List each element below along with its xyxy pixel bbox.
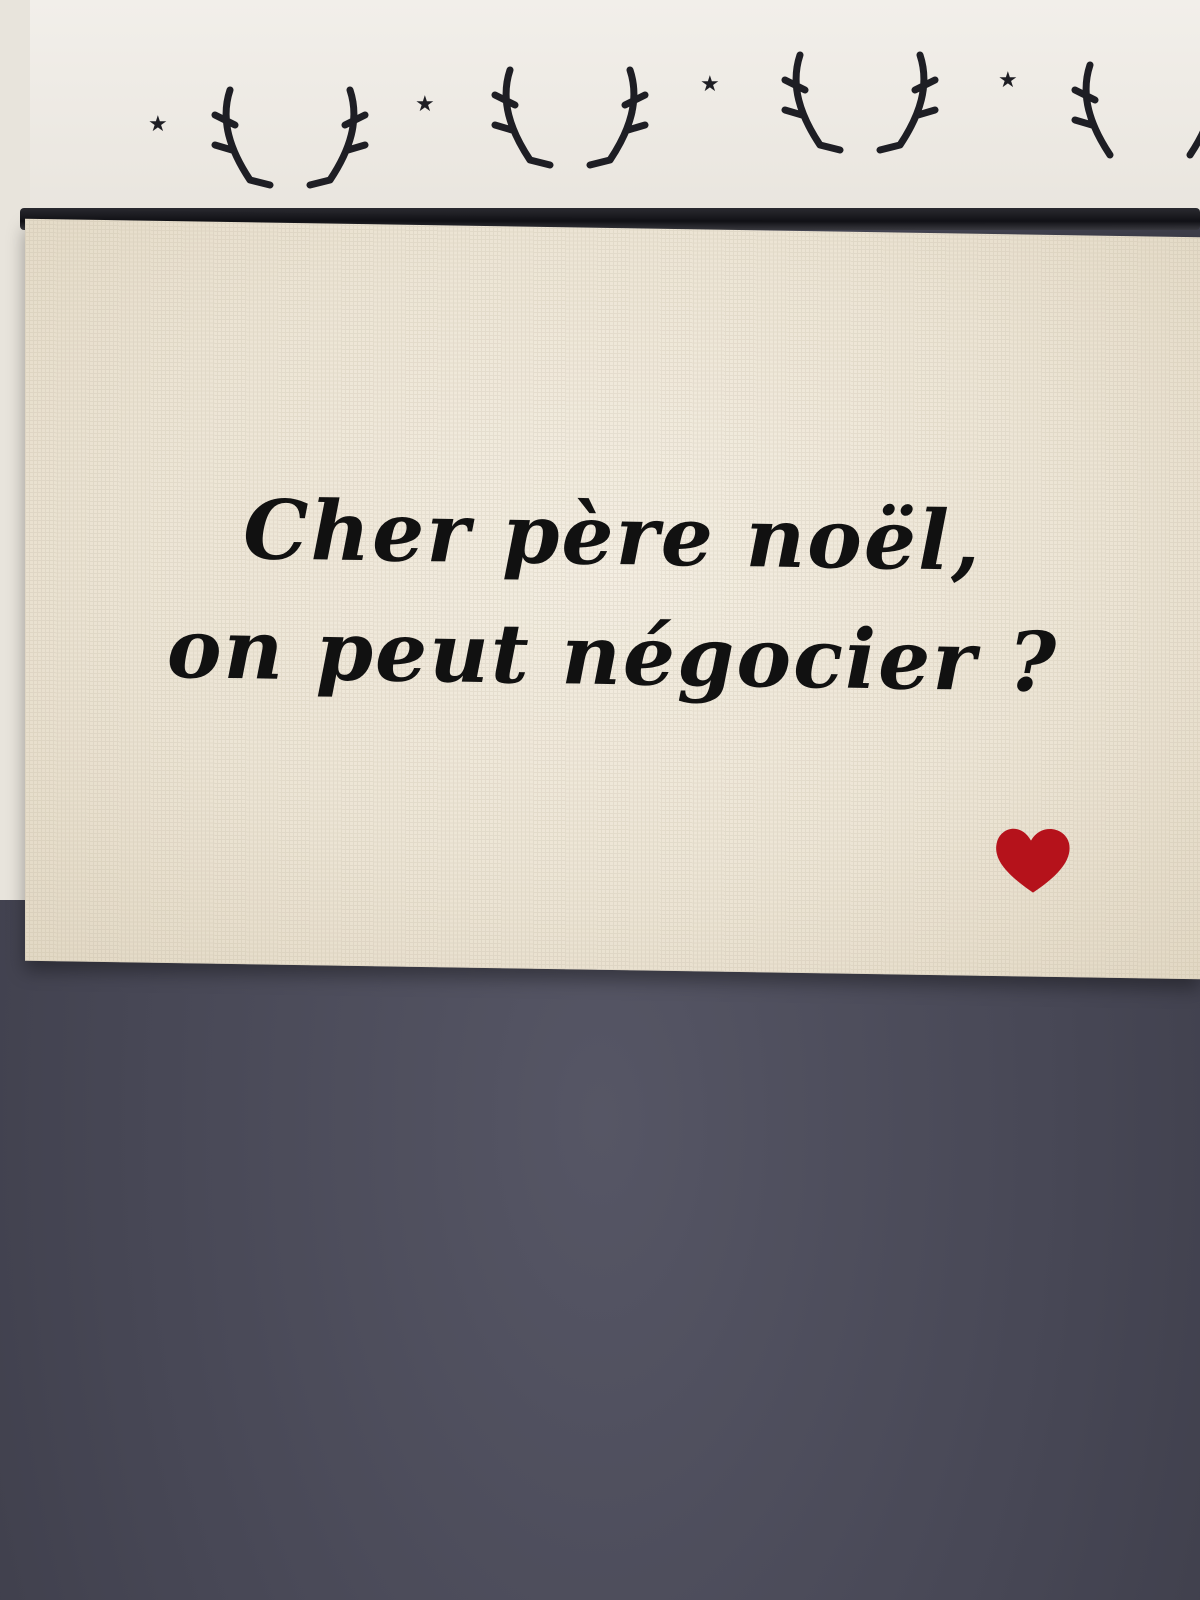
heart-icon <box>996 828 1070 893</box>
star-icon: ★ <box>415 92 435 117</box>
antler-icon <box>1071 61 1200 159</box>
message-line-2: on peut négocier ? <box>166 600 1059 712</box>
antler-print-fabric: ★ ★ ★ ★ <box>30 0 1200 225</box>
antler-icon <box>211 86 369 189</box>
canvas-pouch: Cher père noël, on peut négocier ? <box>25 218 1200 980</box>
antler-icon <box>491 66 649 169</box>
star-icon: ★ <box>700 72 720 97</box>
star-icon: ★ <box>148 112 168 137</box>
message-line-1: Cher père noël, <box>243 482 982 590</box>
antler-icon <box>781 51 939 154</box>
star-icon: ★ <box>998 68 1018 93</box>
